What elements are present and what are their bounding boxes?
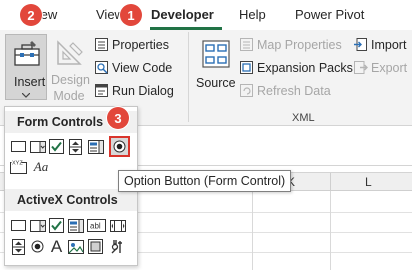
label-control-text: Aa [33,158,49,174]
form-controls-heading: Form Controls [17,115,104,129]
xml-group-label: XML [292,112,315,124]
expansion-packs-label: Expansion Packs [257,60,353,75]
button-control-icon[interactable] [10,138,27,155]
properties-icon [95,38,108,51]
grid-column-line [252,191,253,270]
toolbox-icon [14,41,40,66]
image-icon[interactable] [67,238,84,255]
tab-help[interactable]: Help [239,7,266,22]
source-icon [202,40,230,68]
list-box-icon[interactable] [87,138,104,155]
scroll-bar-icon[interactable] [109,217,126,234]
insert-button[interactable]: Insert [5,34,47,100]
group-box-label: XYZ [12,161,23,167]
label-icon[interactable]: A [48,237,65,256]
expansion-packs-icon [240,61,253,74]
activex-controls-section-header: ActiveX Controls [5,189,137,211]
ribbon-tab-bar: eview View Developer Help Power Pivot [0,0,412,30]
map-properties-label: Map Properties [257,37,342,52]
option-button-control[interactable] [109,136,130,157]
group-box-icon[interactable]: XYZ [10,158,27,175]
chevron-down-icon [22,93,30,98]
import-button[interactable]: Import [353,35,406,54]
import-icon [354,38,367,51]
group-separator [188,32,189,122]
text-box-icon[interactable]: abl [87,217,106,234]
expansion-packs-button[interactable]: Expansion Packs [239,58,353,77]
run-dialog-label: Run Dialog [112,83,174,98]
combo-box-icon[interactable] [29,138,46,155]
source-button[interactable]: Source [194,36,238,96]
grid-column-line [330,191,331,270]
label-icon[interactable]: Aa [31,158,51,175]
step-badge-2: 2 [20,4,42,26]
option-button-icon[interactable] [29,238,46,255]
import-label: Import [371,37,407,52]
spin-button-icon[interactable] [10,238,27,255]
activex-controls-heading: ActiveX Controls [17,193,118,207]
map-properties-icon [240,38,253,51]
option-button-icon [113,140,126,153]
check-box-icon[interactable] [48,217,65,234]
check-box-icon[interactable] [48,138,65,155]
refresh-data-button[interactable]: Refresh Data [239,81,331,100]
command-button-icon[interactable] [10,217,27,234]
design-mode-button[interactable]: Design Mode [50,34,90,104]
text-box-label: abl [90,222,101,231]
run-dialog-button[interactable]: Run Dialog [94,81,174,100]
column-divider [330,173,331,192]
export-button[interactable]: Export [353,58,407,77]
tab-developer[interactable]: Developer [151,7,214,22]
step-badge-1: 1 [120,4,142,26]
ruler-triangle-icon [57,40,83,65]
toggle-button-icon[interactable] [87,238,104,255]
properties-label: Properties [112,37,169,52]
tooltip-text: Option Button (Form Control) [124,174,286,188]
column-header-l[interactable]: L [365,175,372,189]
export-icon [354,61,368,74]
design-mode-label: Design Mode [51,73,90,103]
more-controls-icon[interactable] [109,238,126,255]
spin-button-icon[interactable] [67,138,84,155]
view-code-button[interactable]: View Code [94,58,172,77]
view-code-label: View Code [112,60,173,75]
option-button-tooltip: Option Button (Form Control) [118,170,292,192]
refresh-data-icon [240,84,253,97]
map-properties-button[interactable]: Map Properties [239,35,342,54]
insert-label: Insert [14,75,46,89]
properties-button[interactable]: Properties [94,35,169,54]
list-box-icon[interactable] [67,217,84,234]
export-label: Export [371,60,408,75]
label-control-text: A [50,236,63,256]
source-label: Source [196,76,236,90]
step-badge-3: 3 [107,107,129,129]
combo-box-icon[interactable] [29,217,46,234]
run-dialog-icon [95,84,108,97]
view-code-icon [95,61,108,74]
refresh-data-label: Refresh Data [257,83,331,98]
tab-power-pivot[interactable]: Power Pivot [295,7,364,22]
